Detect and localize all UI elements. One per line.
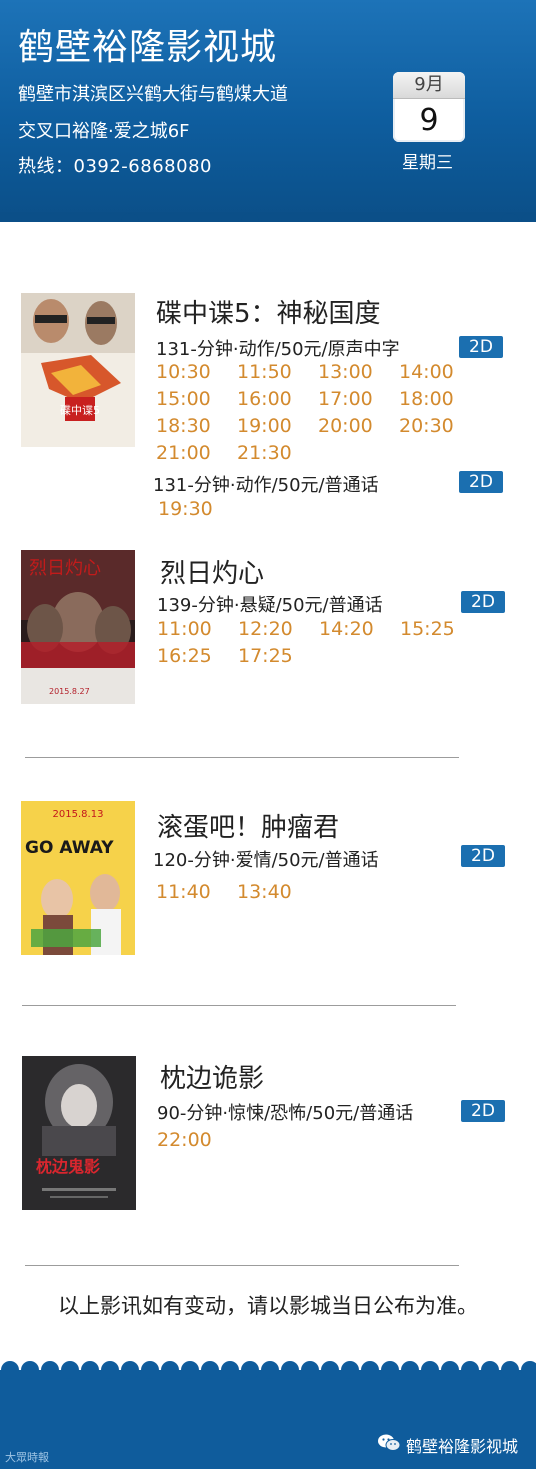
showtime[interactable]: 11:00	[157, 618, 238, 640]
movie-poster-4[interactable]: 枕边鬼影	[22, 1056, 136, 1210]
poster-1-text: 碟中谍5	[60, 404, 100, 417]
calendar-icon: 9月 9	[393, 72, 465, 142]
showtimes-4: 22:00	[157, 1129, 481, 1151]
poster-3-date: 2015.8.13	[53, 809, 104, 820]
showtime[interactable]: 19:00	[237, 415, 318, 437]
showtimes-1b: 19:30	[158, 498, 482, 520]
showtime[interactable]: 16:00	[237, 388, 318, 410]
showtime[interactable]: 20:30	[399, 415, 480, 437]
poster-2-date: 2015.8.27	[49, 687, 90, 696]
movie-title-3[interactable]: 滚蛋吧！肿瘤君	[157, 807, 339, 844]
cinema-schedule-page: 鹤壁裕隆影视城 鹤壁市淇滨区兴鹤大街与鹤煤大道 交叉口裕隆·爱之城6F 热线：0…	[0, 0, 536, 1469]
session-info-3: 120-分钟·爱情/50元/普通话	[153, 850, 379, 871]
movie-title-1[interactable]: 碟中谍5：神秘国度	[156, 293, 381, 330]
session-info-2: 139-分钟·悬疑/50元/普通话	[157, 595, 383, 616]
showtime[interactable]: 14:20	[319, 618, 400, 640]
wechat-account[interactable]: 鹤壁裕隆影视城	[377, 1433, 518, 1457]
movie-title-4[interactable]: 枕边诡影	[160, 1058, 264, 1095]
format-badge-3: 2D	[461, 845, 505, 867]
address-line-1: 鹤壁市淇滨区兴鹤大街与鹤煤大道	[18, 84, 288, 105]
poster-2-text: 烈日灼心	[29, 558, 101, 579]
showtime[interactable]: 20:00	[318, 415, 399, 437]
movie-poster-2[interactable]: 烈日灼心 2015.8.27	[21, 550, 135, 704]
showtime[interactable]: 11:50	[237, 361, 318, 383]
divider	[22, 1005, 456, 1006]
format-badge-1a: 2D	[459, 336, 503, 358]
movie-title-2[interactable]: 烈日灼心	[160, 553, 264, 590]
showtime[interactable]: 16:25	[157, 645, 238, 667]
showtime[interactable]: 17:00	[318, 388, 399, 410]
showtime[interactable]: 13:00	[318, 361, 399, 383]
format-badge-4: 2D	[461, 1100, 505, 1122]
session-info-4: 90-分钟·惊悚/恐怖/50元/普通话	[157, 1103, 414, 1124]
showtime[interactable]: 11:40	[156, 881, 237, 903]
weekday: 星期三	[402, 153, 453, 173]
session-info-1a: 131-分钟·动作/50元/原声中字	[156, 339, 400, 360]
divider	[25, 757, 459, 758]
showtime[interactable]: 21:00	[156, 442, 237, 464]
newspaper-logo: 大眾時報	[5, 1451, 49, 1464]
divider	[25, 1265, 459, 1266]
showtime[interactable]: 12:20	[238, 618, 319, 640]
wechat-icon	[377, 1434, 401, 1456]
showtime[interactable]: 15:25	[400, 618, 481, 640]
poster-3-text: GO AWAY	[25, 838, 114, 858]
showtimes-2: 11:00 12:20 14:20 15:25 16:25 17:25	[157, 618, 481, 667]
format-badge-2: 2D	[461, 591, 505, 613]
poster-4-text: 枕边鬼影	[36, 1157, 100, 1176]
calendar-month: 9月	[393, 72, 465, 99]
showtime[interactable]: 18:00	[399, 388, 480, 410]
wechat-account-name: 鹤壁裕隆影视城	[405, 1437, 518, 1456]
showtime[interactable]: 19:30	[158, 498, 239, 520]
movie-poster-3[interactable]: 2015.8.13 GO AWAY	[21, 801, 135, 955]
cinema-name: 鹤壁裕隆影视城	[18, 27, 278, 68]
session-info-1b: 131-分钟·动作/50元/普通话	[153, 475, 379, 496]
showtime[interactable]: 15:00	[156, 388, 237, 410]
showtime[interactable]: 21:30	[237, 442, 318, 464]
showtime[interactable]: 22:00	[157, 1129, 238, 1151]
movie-poster-1[interactable]: 碟中谍5	[21, 293, 135, 447]
showtime[interactable]: 10:30	[156, 361, 237, 383]
showtimes-3: 11:40 13:40	[156, 881, 480, 903]
schedule-notice: 以上影讯如有变动，请以影城当日公布为准。	[58, 1294, 478, 1318]
showtime[interactable]: 17:25	[238, 645, 319, 667]
scallop-edge-bottom	[0, 1361, 536, 1380]
showtimes-1a: 10:30 11:50 13:00 14:00 15:00 16:00 17:0…	[156, 361, 480, 464]
address-line-2: 交叉口裕隆·爱之城6F	[18, 121, 190, 142]
showtime[interactable]: 14:00	[399, 361, 480, 383]
showtime[interactable]: 13:40	[237, 881, 318, 903]
calendar-day: 9	[419, 103, 439, 138]
format-badge-1b: 2D	[459, 471, 503, 493]
hotline: 热线：0392-6868080	[18, 156, 212, 177]
header: 鹤壁裕隆影视城 鹤壁市淇滨区兴鹤大街与鹤煤大道 交叉口裕隆·爱之城6F 热线：0…	[0, 0, 536, 222]
showtime[interactable]: 18:30	[156, 415, 237, 437]
